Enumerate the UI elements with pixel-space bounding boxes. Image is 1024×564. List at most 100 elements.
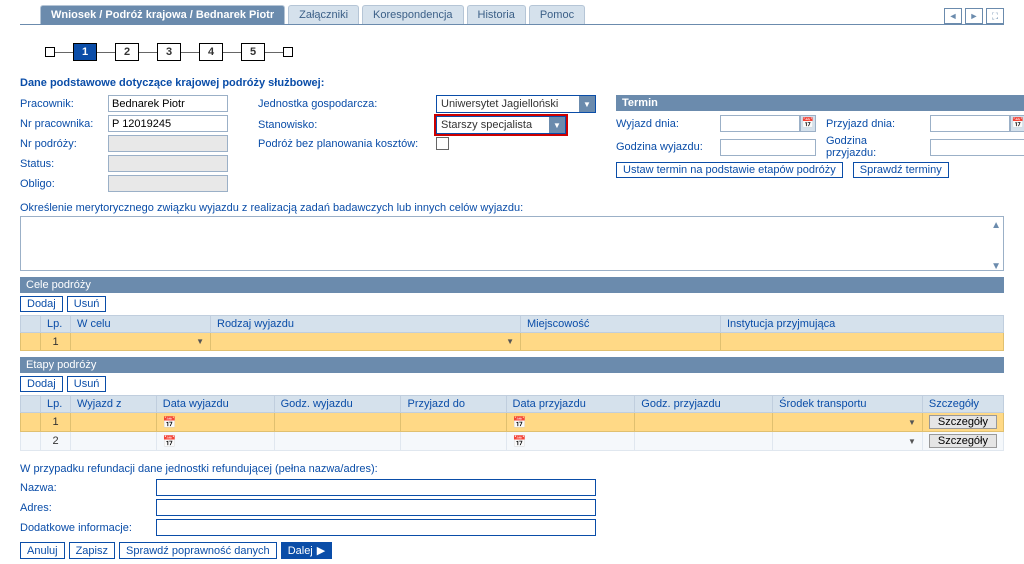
tab-controls: ◄ ► ⛶ <box>944 8 1004 24</box>
wyjazd-date-input[interactable] <box>720 115 800 132</box>
tab-korespondencja[interactable]: Korespondencja <box>362 5 464 24</box>
row-lp: 1 <box>41 413 71 432</box>
table-row[interactable]: 1 ▼ ▼ <box>21 333 1004 351</box>
step-1[interactable]: 1 <box>73 43 97 61</box>
chevron-down-icon[interactable]: ▼ <box>506 337 514 346</box>
calendar-icon[interactable]: 📅 <box>800 115 816 132</box>
termin-panel: Termin Wyjazd dnia: 📅 Przyjazd dnia: 📅 G… <box>616 95 1024 182</box>
chevron-up-icon[interactable]: ▲ <box>991 220 1001 231</box>
chevron-down-icon[interactable]: ▼ <box>991 261 1001 272</box>
chevron-down-icon[interactable]: ▼ <box>908 418 916 427</box>
desc-textarea[interactable]: ▲ ▼ <box>20 216 1004 271</box>
row-check[interactable] <box>21 333 41 351</box>
row-st[interactable]: ▼ <box>773 413 923 432</box>
tab-prev-icon[interactable]: ◄ <box>944 8 962 24</box>
tab-next-icon[interactable]: ► <box>965 8 983 24</box>
refund-adres-input[interactable] <box>156 499 596 516</box>
etapy-add-button[interactable]: Dodaj <box>20 376 63 392</box>
step-4[interactable]: 4 <box>199 43 223 61</box>
calendar-icon[interactable]: 📅 <box>513 436 527 448</box>
gprz-label: Godzina przyjazdu: <box>826 135 920 159</box>
calendar-icon[interactable]: 📅 <box>1010 115 1024 132</box>
row-check[interactable] <box>21 413 41 432</box>
cele-header: Cele podróży <box>20 277 1004 293</box>
step-connector <box>181 52 199 53</box>
sprawdz-button[interactable]: Sprawdź poprawność danych <box>119 542 277 559</box>
row-gw[interactable] <box>274 432 401 451</box>
szczegoly-button[interactable]: Szczegóły <box>929 434 997 448</box>
etapy-del-button[interactable]: Usuń <box>67 376 107 392</box>
tab-expand-icon[interactable]: ⛶ <box>986 8 1004 24</box>
wyjazd-label: Wyjazd dnia: <box>616 118 710 130</box>
jednostka-select[interactable]: Uniwersytet Jagielloński ▼ <box>436 95 596 113</box>
row-miejsc[interactable] <box>521 333 721 351</box>
refund-nazwa-label: Nazwa: <box>20 482 150 494</box>
row-gw[interactable] <box>274 413 401 432</box>
chevron-down-icon[interactable]: ▼ <box>196 337 204 346</box>
tab-historia[interactable]: Historia <box>467 5 526 24</box>
etapy-col-dw: Data wyjazdu <box>156 396 274 413</box>
refund-nazwa-input[interactable] <box>156 479 596 496</box>
step-5[interactable]: 5 <box>241 43 265 61</box>
przyjazd-date-input[interactable] <box>930 115 1010 132</box>
row-gp[interactable] <box>635 432 773 451</box>
col-pracownik: Pracownik: Nr pracownika: Nr podróży: St… <box>20 95 228 192</box>
chevron-down-icon: ▼ <box>579 96 595 112</box>
tab-bar: Wniosek / Podróż krajowa / Bednarek Piot… <box>20 5 1004 25</box>
cele-col-rodzaj: Rodzaj wyjazdu <box>211 316 521 333</box>
refund-dod-input[interactable] <box>156 519 596 536</box>
step-2[interactable]: 2 <box>115 43 139 61</box>
anuluj-button[interactable]: Anuluj <box>20 542 65 559</box>
calendar-icon[interactable]: 📅 <box>513 417 527 429</box>
cele-del-button[interactable]: Usuń <box>67 296 107 312</box>
refund-dod-label: Dodatkowe informacje: <box>20 522 150 534</box>
row-wz[interactable] <box>71 413 157 432</box>
dalej-button[interactable]: Dalej ▶ <box>281 542 333 559</box>
calendar-icon[interactable]: 📅 <box>163 417 177 429</box>
etapy-section: Etapy podróży Dodaj Usuń Lp. Wyjazd z Da… <box>20 357 1004 451</box>
dalej-label: Dalej <box>288 545 313 557</box>
row-dw[interactable]: 📅 <box>156 432 274 451</box>
pracownik-input[interactable] <box>108 95 228 112</box>
nrpr-input[interactable] <box>108 115 228 132</box>
tab-pomoc[interactable]: Pomoc <box>529 5 585 24</box>
row-cel[interactable]: ▼ <box>71 333 211 351</box>
calendar-icon[interactable]: 📅 <box>163 436 177 448</box>
etapy-header: Etapy podróży <box>20 357 1004 373</box>
row-dw[interactable]: 📅 <box>156 413 274 432</box>
row-pd[interactable] <box>401 413 506 432</box>
nrpod-input <box>108 135 228 152</box>
tab-zalaczniki[interactable]: Załączniki <box>288 5 359 24</box>
row-gp[interactable] <box>635 413 773 432</box>
row-inst[interactable] <box>721 333 1004 351</box>
refund-section: W przypadku refundacji dane jednostki re… <box>20 463 1004 536</box>
row-pd[interactable] <box>401 432 506 451</box>
gprz-input[interactable] <box>930 139 1024 156</box>
row-sz: Szczegóły <box>922 413 1003 432</box>
row-check[interactable] <box>21 432 41 451</box>
cele-add-button[interactable]: Dodaj <box>20 296 63 312</box>
row-dp[interactable]: 📅 <box>506 413 635 432</box>
row-st[interactable]: ▼ <box>773 432 923 451</box>
gwyj-input[interactable] <box>720 139 816 156</box>
szczegoly-button[interactable]: Szczegóły <box>929 415 997 429</box>
stanowisko-value: Starszy specjalista <box>437 119 532 131</box>
tab-wniosek[interactable]: Wniosek / Podróż krajowa / Bednarek Piot… <box>40 5 285 24</box>
row-rodzaj[interactable]: ▼ <box>211 333 521 351</box>
table-row[interactable]: 1 📅 📅 ▼ Szczegóły <box>21 413 1004 432</box>
cele-col-lp: Lp. <box>41 316 71 333</box>
row-dp[interactable]: 📅 <box>506 432 635 451</box>
zapisz-button[interactable]: Zapisz <box>69 542 115 559</box>
noplan-checkbox[interactable] <box>436 137 449 150</box>
sprawdz-terminy-button[interactable]: Sprawdź terminy <box>853 162 949 178</box>
table-row[interactable]: 2 📅 📅 ▼ Szczegóły <box>21 432 1004 451</box>
scrollbar[interactable]: ▲ ▼ <box>991 220 1001 272</box>
row-wz[interactable] <box>71 432 157 451</box>
status-input <box>108 155 228 172</box>
stanowisko-select[interactable]: Starszy specjalista ▼ <box>436 116 566 134</box>
jednostka-label: Jednostka gospodarcza: <box>258 98 428 110</box>
chevron-down-icon[interactable]: ▼ <box>908 437 916 446</box>
ustaw-termin-button[interactable]: Ustaw termin na podstawie etapów podróży <box>616 162 843 178</box>
step-3[interactable]: 3 <box>157 43 181 61</box>
cele-col-miejsc: Miejscowość <box>521 316 721 333</box>
